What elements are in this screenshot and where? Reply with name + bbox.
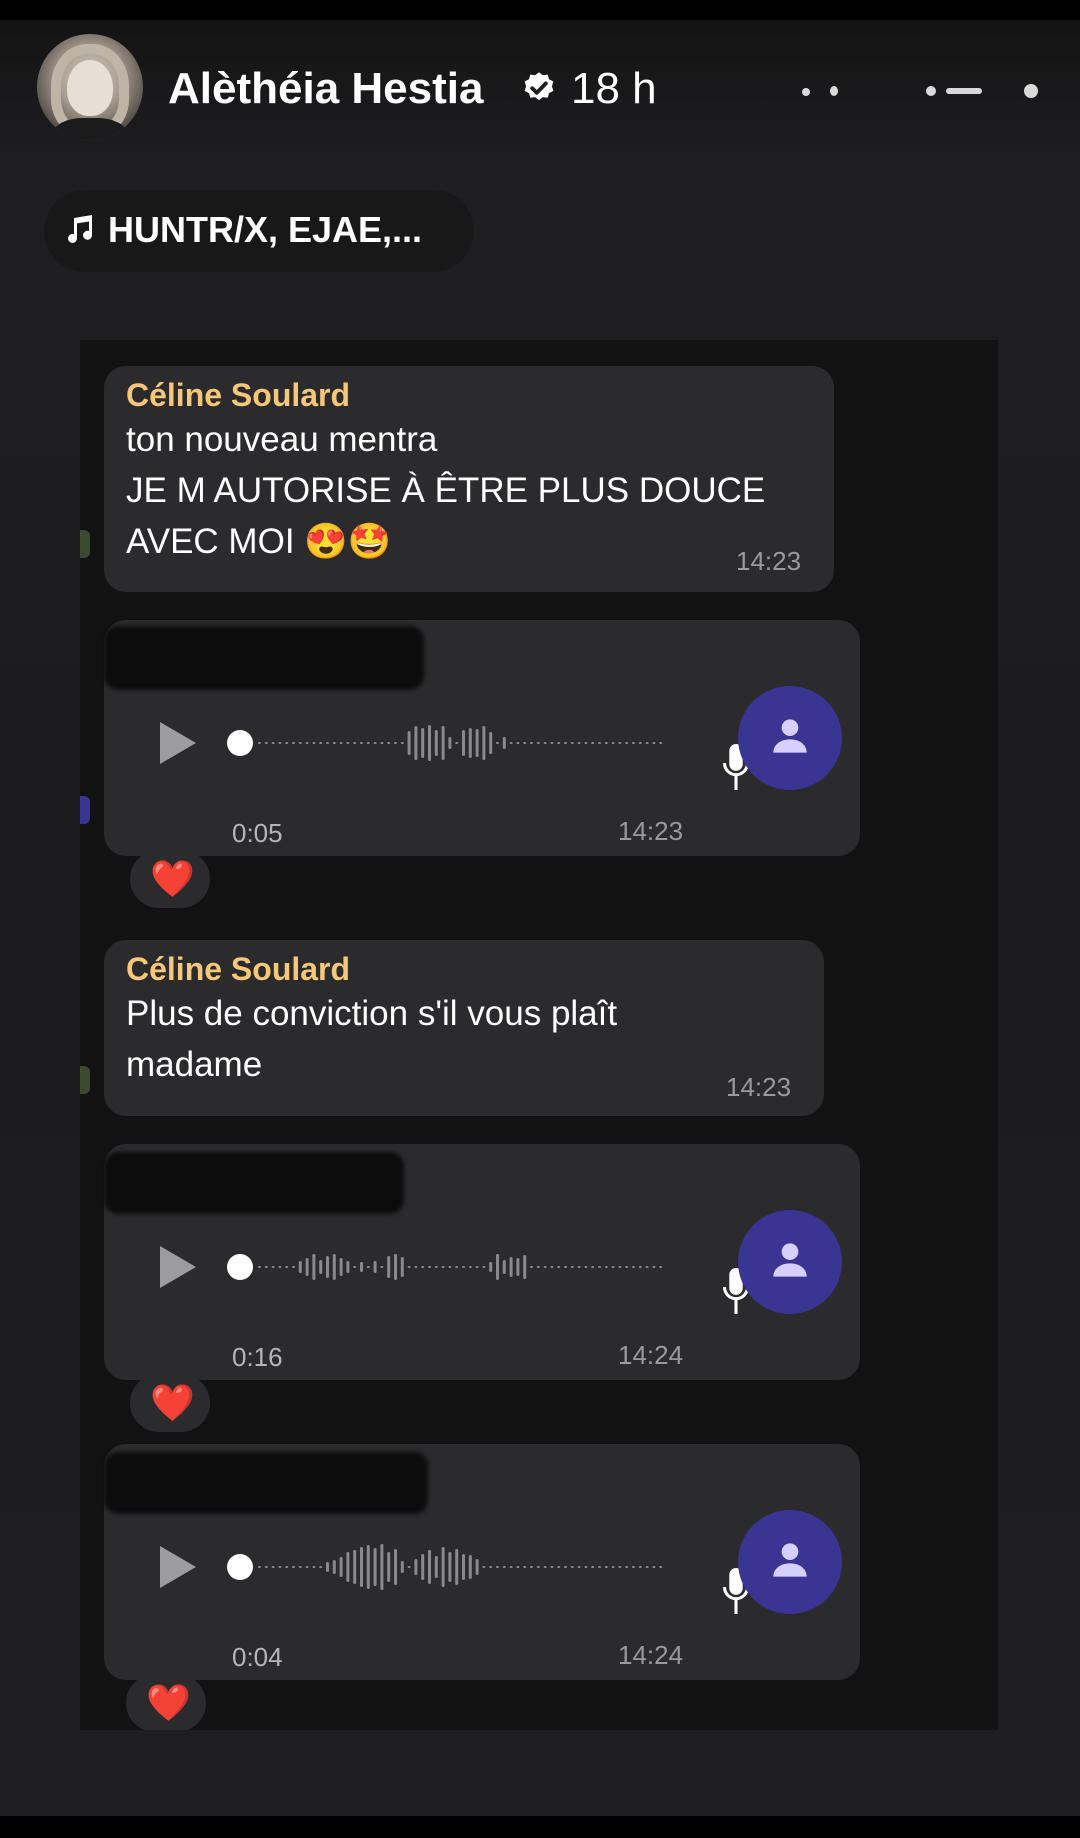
bottom-bar <box>0 1816 1080 1838</box>
message-bubble[interactable]: Céline Soulard ton nouveau mentra JE M A… <box>104 366 834 592</box>
voice-message[interactable]: 0:05 14:23 <box>104 620 860 856</box>
avatar-face <box>67 60 113 116</box>
voice-sender-avatar[interactable] <box>738 1210 842 1314</box>
sender-name: Céline Soulard <box>126 951 351 987</box>
sender-avatar-edge <box>80 1066 90 1094</box>
message-text: Plus de conviction s'il vous plaît madam… <box>126 994 618 1084</box>
message-time: 14:23 <box>726 1072 792 1102</box>
voice-sender-avatar[interactable] <box>738 1510 842 1614</box>
reaction-emoji: ❤️ <box>146 1682 191 1723</box>
music-note-icon <box>68 215 93 243</box>
username[interactable]: Alèthéia Hestia <box>168 64 483 114</box>
person-icon <box>773 1543 807 1577</box>
heart-reaction[interactable]: ❤️ <box>130 850 210 908</box>
message-time: 14:23 <box>618 816 684 846</box>
voice-message[interactable]: 0:04 14:24 <box>104 1444 860 1680</box>
reaction-emoji: ❤️ <box>150 858 195 899</box>
voice-waveform[interactable] <box>226 718 676 768</box>
redacted-name <box>104 1152 404 1214</box>
play-icon[interactable] <box>160 1246 196 1288</box>
profile-avatar[interactable] <box>37 34 143 140</box>
voice-duration: 0:16 <box>232 1342 283 1372</box>
voice-message[interactable]: 0:16 14:24 <box>104 1144 860 1380</box>
sender-name: Céline Soulard <box>126 377 351 413</box>
message-time: 14:24 <box>618 1340 684 1370</box>
sender-avatar-edge <box>80 796 90 824</box>
heart-reaction[interactable]: ❤️ <box>130 1374 210 1432</box>
person-icon <box>773 1243 807 1277</box>
avatar-shirt <box>53 118 127 140</box>
person-icon <box>773 719 807 753</box>
voice-sender-avatar[interactable] <box>738 686 842 790</box>
message-time: 14:23 <box>736 546 802 576</box>
chat-screenshot: Céline Soulard ton nouveau mentra JE M A… <box>80 340 998 1730</box>
post-time: 18 h <box>571 64 657 113</box>
message-time: 14:24 <box>618 1640 684 1670</box>
reaction-emoji: ❤️ <box>150 1382 195 1423</box>
redacted-name <box>104 1452 428 1514</box>
voice-waveform[interactable] <box>226 1242 676 1292</box>
play-icon[interactable] <box>160 1546 196 1588</box>
play-icon[interactable] <box>160 722 196 764</box>
voice-duration: 0:04 <box>232 1642 283 1672</box>
voice-waveform[interactable] <box>226 1542 676 1592</box>
verified-badge-icon <box>524 72 554 101</box>
story-frame: Alèthéia Hestia 18 h HUNTR/X, EJAE,... C… <box>0 20 1080 1816</box>
voice-duration: 0:05 <box>232 818 283 848</box>
music-label: HUNTR/X, EJAE,... <box>108 209 423 250</box>
more-options-icon[interactable] <box>800 80 1040 104</box>
message-bubble[interactable]: Céline Soulard Plus de conviction s'il v… <box>104 940 824 1116</box>
heart-reaction[interactable]: ❤️ <box>126 1674 206 1730</box>
message-text: ton nouveau mentra JE M AUTORISE À ÊTRE … <box>126 420 766 561</box>
redacted-name <box>104 626 424 690</box>
music-sticker[interactable]: HUNTR/X, EJAE,... <box>44 190 474 272</box>
sender-avatar-edge <box>80 530 90 558</box>
